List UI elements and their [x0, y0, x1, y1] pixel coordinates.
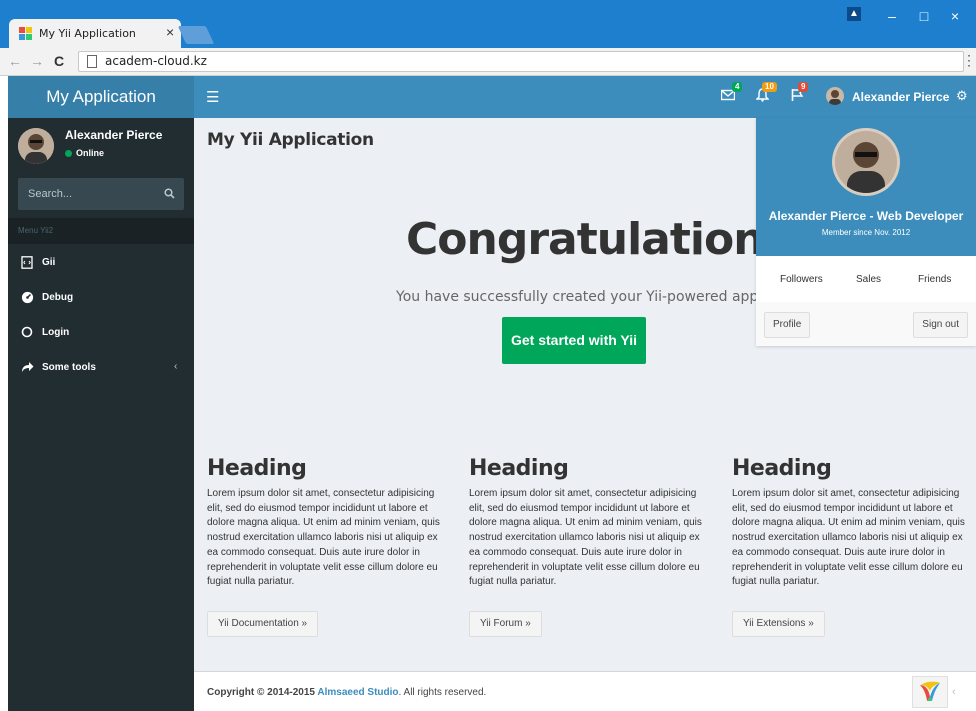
tasks-badge: 9 [798, 82, 809, 92]
online-dot-icon [65, 150, 72, 158]
column-text: Lorem ipsum dolor sit amet, consectetur … [207, 488, 440, 588]
status-badge: Online [65, 148, 104, 158]
sidebar-toggle-icon[interactable]: ☰ [206, 88, 219, 106]
almsaeed-studio-link[interactable]: Almsaeed Studio [317, 687, 398, 698]
jumbotron-lead: You have successfully created your Yii-p… [396, 289, 814, 305]
sidebar-user-name: Alexander Pierce [65, 128, 163, 142]
user-dropdown-menu: Alexander Pierce - Web Developer Member … [756, 118, 976, 346]
dashboard-icon [21, 291, 35, 305]
chevron-left-icon[interactable]: ‹ [952, 686, 956, 698]
yii-favicon-icon [19, 27, 33, 41]
minimize-button[interactable]: – [878, 8, 906, 24]
circle-icon [21, 326, 35, 340]
sidebar-item-label: Gii [42, 257, 56, 268]
browser-profile-icon[interactable]: ▲ [847, 7, 861, 21]
feature-column: Heading Lorem ipsum dolor sit amet, cons… [732, 456, 972, 637]
browser-titlebar: My Yii Application × ▲ – □ × [0, 0, 976, 48]
column-text: Lorem ipsum dolor sit amet, consectetur … [469, 488, 702, 588]
back-arrow-icon[interactable]: ← [8, 53, 22, 69]
sidebar: Alexander Pierce Online Search... Menu Y… [8, 118, 194, 711]
avatar [826, 87, 844, 105]
sidebar-menu-header: Menu Yii2 [8, 218, 194, 244]
window-close-button[interactable]: × [941, 8, 969, 24]
notifications-badge: 10 [762, 82, 777, 92]
sidebar-item-some-tools[interactable]: Some tools ‹ [8, 351, 194, 385]
sidebar-item-label: Some tools [42, 362, 96, 373]
yii-extensions-button[interactable]: Yii Extensions » [732, 611, 825, 637]
navbar-user-name: Alexander Pierce [852, 90, 950, 104]
sidebar-item-gii[interactable]: Gii [8, 246, 194, 280]
gears-icon[interactable]: ⚙ [956, 88, 968, 104]
sidebar-item-label: Debug [42, 292, 74, 303]
page-icon [87, 55, 97, 68]
page-title: My Yii Application [207, 130, 374, 150]
share-icon [21, 361, 35, 375]
yii-logo-icon[interactable] [912, 676, 948, 708]
reload-icon[interactable]: C [54, 53, 64, 69]
sidebar-user-panel: Alexander Pierce Online [18, 128, 188, 174]
forward-arrow-icon[interactable]: → [30, 53, 44, 69]
app-logo[interactable]: My Application [8, 76, 194, 118]
user-footer: Profile Sign out [756, 302, 976, 346]
tab-title: My Yii Application [39, 27, 136, 40]
column-heading: Heading [207, 456, 307, 481]
yii-documentation-button[interactable]: Yii Documentation » [207, 611, 319, 637]
sidebar-search-input[interactable]: Search... [18, 178, 184, 210]
browser-toolbar: ← → C academ-cloud.kz ⋮ [0, 48, 976, 76]
sidebar-item-debug[interactable]: Debug [8, 281, 194, 315]
address-input[interactable]: academ-cloud.kz [78, 51, 964, 72]
file-code-icon [21, 256, 35, 270]
dropdown-user-name: Alexander Pierce - Web Developer [768, 209, 964, 223]
column-heading: Heading [732, 456, 832, 481]
jumbotron-heading: Congratulations! [406, 214, 809, 265]
feature-column: Heading Lorem ipsum dolor sit amet, cons… [207, 456, 447, 637]
profile-button[interactable]: Profile [764, 312, 811, 338]
column-heading: Heading [469, 456, 569, 481]
tab-close-icon[interactable]: × [166, 24, 174, 40]
friends-link[interactable]: Friends [918, 274, 951, 285]
browser-menu-icon[interactable]: ⋮ [962, 52, 976, 69]
column-text: Lorem ipsum dolor sit amet, consectetur … [732, 488, 965, 588]
sales-link[interactable]: Sales [856, 274, 881, 285]
search-placeholder: Search... [28, 188, 73, 200]
avatar [18, 128, 54, 164]
get-started-button[interactable]: Get started with Yii [502, 317, 646, 364]
user-header: Alexander Pierce - Web Developer Member … [756, 118, 976, 256]
copyright-text: Copyright © 2014-2015 Almsaeed Studio. A… [207, 687, 487, 698]
followers-link[interactable]: Followers [780, 274, 823, 285]
sign-out-button[interactable]: Sign out [913, 312, 968, 338]
url-text: academ-cloud.kz [105, 54, 207, 68]
sidebar-item-label: Login [42, 327, 70, 338]
avatar [832, 128, 900, 196]
feature-column: Heading Lorem ipsum dolor sit amet, cons… [469, 456, 709, 637]
messages-badge: 4 [732, 82, 743, 92]
user-body: Followers Sales Friends [756, 256, 976, 303]
browser-tab[interactable]: My Yii Application × [9, 19, 181, 48]
yii-forum-button[interactable]: Yii Forum » [469, 611, 542, 637]
top-navbar: ☰ 4 10 9 Alexander Pierce ⚙ [194, 76, 976, 118]
chevron-left-icon: ‹ [174, 361, 178, 372]
search-icon[interactable] [164, 186, 175, 204]
member-since: Member since Nov. 2012 [821, 228, 911, 237]
page-viewport: My Application ☰ 4 10 9 Alexander Pierce… [8, 76, 976, 711]
maximize-button[interactable]: □ [910, 8, 938, 24]
main-footer: Copyright © 2014-2015 Almsaeed Studio. A… [194, 671, 976, 711]
new-tab-button[interactable] [177, 26, 215, 44]
sidebar-item-login[interactable]: Login [8, 316, 194, 350]
